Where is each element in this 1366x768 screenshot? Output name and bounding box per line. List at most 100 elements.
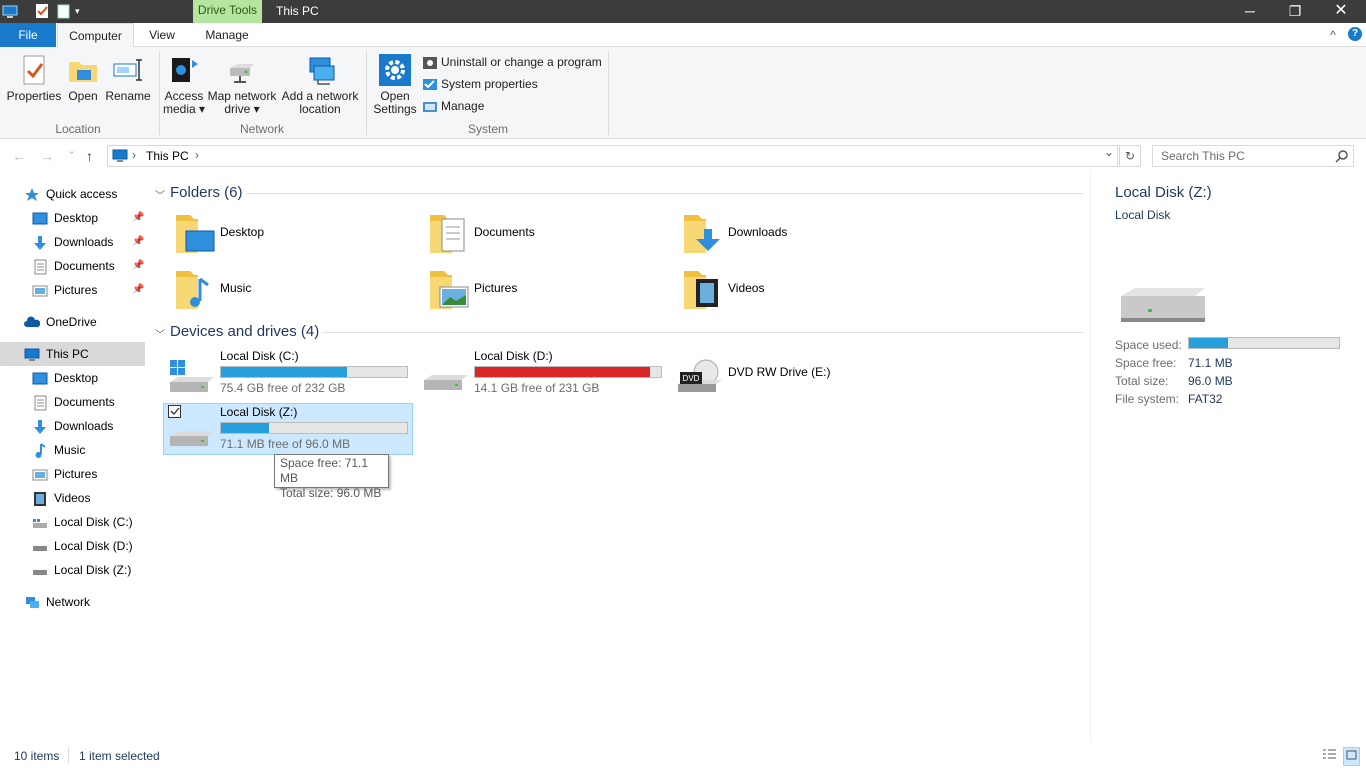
folder-documents[interactable]: Documents <box>428 211 628 257</box>
drive-e[interactable]: DVD DVD RW Drive (E:) <box>672 348 922 400</box>
back-button[interactable]: ← <box>12 148 26 164</box>
minimize-button[interactable]: ─ <box>1227 0 1273 23</box>
nav-qa-desktop[interactable]: Desktop <box>32 207 98 229</box>
open-button[interactable]: Open <box>66 54 100 103</box>
system-properties-icon <box>422 77 438 93</box>
pin-icon[interactable]: 📌 <box>132 260 144 271</box>
nav-pc-local-disk-c[interactable]: Local Disk (C:) <box>32 511 133 533</box>
nav-qa-pictures[interactable]: Pictures <box>32 279 97 301</box>
details-view-icon[interactable] <box>1322 748 1337 765</box>
help-button[interactable]: ? <box>1348 27 1362 41</box>
up-button[interactable]: ↑ <box>86 148 93 164</box>
recent-locations-button[interactable]: ⌄ <box>67 144 76 157</box>
nav-pc-videos[interactable]: Videos <box>32 487 90 509</box>
folder-desktop[interactable]: Desktop <box>174 211 374 257</box>
selection-count: 1 item selected <box>79 749 160 763</box>
tab-view[interactable]: View <box>140 23 184 47</box>
videos-folder-icon <box>682 267 726 311</box>
nav-pc-local-disk-z[interactable]: Local Disk (Z:) <box>32 559 131 581</box>
nav-pc-music[interactable]: Music <box>32 439 85 461</box>
new-folder-quick-icon[interactable] <box>56 3 72 19</box>
uninstall-icon <box>422 55 438 71</box>
uninstall-program-button[interactable]: Uninstall or change a program <box>422 53 602 71</box>
drive-d[interactable]: Local Disk (D:) 14.1 GB free of 231 GB <box>418 348 668 400</box>
drive-usage-fill <box>221 367 347 377</box>
nav-label: This PC <box>46 347 89 361</box>
system-properties-button[interactable]: System properties <box>422 75 538 93</box>
customize-qa-icon[interactable]: ▾ <box>75 3 91 19</box>
drive-c[interactable]: Local Disk (C:) 75.4 GB free of 232 GB <box>164 348 414 400</box>
breadcrumb-this-pc[interactable]: This PC <box>146 149 189 163</box>
folders-section-heading[interactable]: Folders (6) <box>170 184 243 201</box>
pin-icon[interactable]: 📌 <box>132 212 144 223</box>
pin-icon[interactable]: 📌 <box>132 284 144 295</box>
collapse-chevron-icon[interactable]: ﹀ <box>155 187 165 202</box>
folder-videos[interactable]: Videos <box>682 267 882 313</box>
drives-section-heading[interactable]: Devices and drives (4) <box>170 323 319 340</box>
group-divider <box>366 51 367 135</box>
nav-qa-documents[interactable]: Documents <box>32 255 115 277</box>
nav-label: Downloads <box>54 235 114 249</box>
nav-pc-local-disk-d[interactable]: Local Disk (D:) <box>32 535 133 557</box>
tab-computer[interactable]: Computer <box>57 23 134 48</box>
nav-qa-downloads[interactable]: Downloads <box>32 231 113 253</box>
maximize-button[interactable]: ❐ <box>1272 0 1318 23</box>
map-network-drive-button[interactable]: Map network drive ▾ <box>206 54 278 116</box>
document-icon <box>32 259 48 275</box>
drive-tooltip: Space free: 71.1 MB Total size: 96.0 MB <box>274 454 389 500</box>
title-bar: ▾ Drive Tools This PC ─ ❐ ✕ <box>0 0 1366 23</box>
collapse-ribbon-button[interactable]: ^ <box>1326 23 1340 47</box>
access-media-button[interactable]: Access media ▾ <box>162 54 206 116</box>
film-icon <box>32 491 48 507</box>
rename-button[interactable]: Rename <box>104 54 152 103</box>
this-pc-icon[interactable] <box>2 3 18 19</box>
drive-name: Local Disk (C:) <box>220 349 299 363</box>
nav-label: Downloads <box>54 419 114 433</box>
nav-pc-downloads[interactable]: Downloads <box>32 415 113 437</box>
refresh-button[interactable]: ↻ <box>1119 145 1141 167</box>
desktop-icon <box>32 211 48 227</box>
nav-label: Network <box>46 595 91 609</box>
folder-downloads[interactable]: Downloads <box>682 211 882 257</box>
close-button[interactable]: ✕ <box>1318 0 1364 23</box>
drive-z[interactable]: Local Disk (Z:) 71.1 MB free of 96.0 MB <box>163 403 413 455</box>
folder-music[interactable]: Music <box>174 267 374 313</box>
forward-button[interactable]: → <box>40 148 54 164</box>
tab-file[interactable]: File <box>0 23 56 47</box>
music-folder-icon <box>174 267 218 311</box>
manage-button[interactable]: Manage <box>422 97 484 115</box>
properties-quick-icon[interactable] <box>34 3 50 19</box>
manage-icon <box>422 99 438 115</box>
space-used-fill <box>1189 338 1228 348</box>
large-icons-view-icon[interactable] <box>1343 747 1360 766</box>
nav-pc-pictures[interactable]: Pictures <box>32 463 97 485</box>
pictures-folder-icon <box>428 267 472 311</box>
address-bar[interactable]: › This PC › ⌄ <box>107 145 1118 167</box>
network-icon <box>24 595 40 611</box>
search-input[interactable]: Search This PC <box>1152 145 1354 167</box>
status-divider <box>68 747 69 763</box>
folder-pictures[interactable]: Pictures <box>428 267 628 313</box>
pictures-icon <box>32 283 48 299</box>
access-media-icon <box>168 54 200 86</box>
system-properties-label: System properties <box>441 77 538 91</box>
nav-pc-desktop[interactable]: Desktop <box>32 367 98 389</box>
tab-manage[interactable]: Manage <box>196 23 258 47</box>
address-dropdown-button[interactable]: ⌄ <box>1104 145 1114 159</box>
open-settings-button[interactable]: Open Settings <box>372 54 418 116</box>
nav-network[interactable]: Network <box>24 591 90 613</box>
nav-this-pc[interactable]: This PC <box>24 343 89 365</box>
properties-icon <box>18 54 50 86</box>
nav-quick-access[interactable]: Quick access <box>24 183 117 205</box>
add-network-location-button[interactable]: Add a network location <box>281 54 359 116</box>
nav-pc-documents[interactable]: Documents <box>32 391 115 413</box>
properties-button[interactable]: Properties <box>6 54 62 103</box>
breadcrumb-separator[interactable]: › <box>195 148 199 162</box>
breadcrumb-separator[interactable]: › <box>132 148 136 162</box>
collapse-chevron-icon[interactable]: ﹀ <box>155 326 165 341</box>
nav-onedrive[interactable]: OneDrive <box>24 311 97 333</box>
drive-icon <box>32 563 48 579</box>
nav-label: Desktop <box>54 211 99 225</box>
pin-icon[interactable]: 📌 <box>132 236 144 247</box>
open-settings-label-2: Settings <box>373 102 417 116</box>
